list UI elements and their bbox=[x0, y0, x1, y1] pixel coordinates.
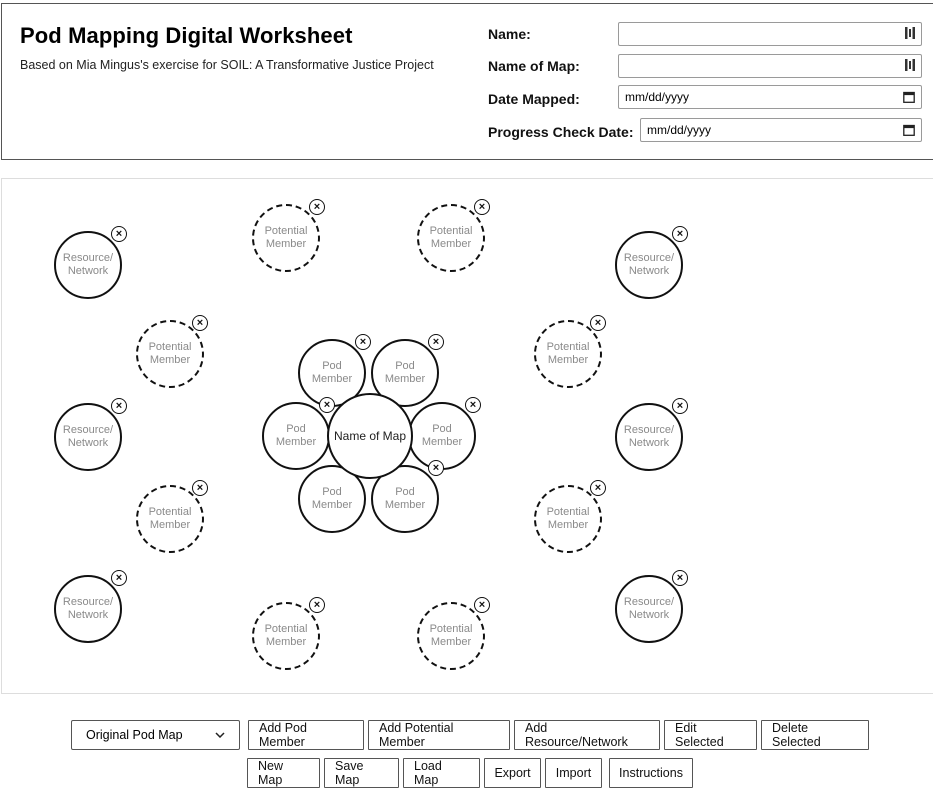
resource-node[interactable]: Resource/Network bbox=[615, 575, 683, 643]
map-name-field[interactable] bbox=[618, 54, 922, 78]
date-mapped-label: Date Mapped: bbox=[488, 91, 580, 107]
resource-node[interactable]: Resource/Network bbox=[54, 575, 122, 643]
close-icon[interactable]: × bbox=[428, 460, 444, 476]
close-icon[interactable]: × bbox=[672, 570, 688, 586]
close-icon[interactable]: × bbox=[474, 199, 490, 215]
password-manager-icon[interactable] bbox=[904, 26, 916, 40]
potential-member-node[interactable]: Potential Member bbox=[252, 204, 320, 272]
map-name-label: Name of Map: bbox=[488, 58, 580, 74]
progress-check-label: Progress Check Date: bbox=[488, 124, 634, 140]
delete-selected-button[interactable]: Delete Selected bbox=[761, 720, 869, 750]
potential-member-node[interactable]: Potential Member bbox=[417, 204, 485, 272]
resource-node[interactable]: Resource/Network bbox=[54, 231, 122, 299]
potential-member-node[interactable]: Potential Member bbox=[534, 320, 602, 388]
map-version-select-value: Original Pod Map bbox=[86, 728, 183, 742]
close-icon[interactable]: × bbox=[319, 397, 335, 413]
progress-check-value: mm/dd/yyyy bbox=[647, 123, 712, 137]
name-field-wrap bbox=[618, 22, 922, 46]
close-icon[interactable]: × bbox=[192, 315, 208, 331]
close-icon[interactable]: × bbox=[309, 199, 325, 215]
map-center-node[interactable]: Name of Map bbox=[327, 393, 413, 479]
close-icon[interactable]: × bbox=[428, 334, 444, 350]
close-icon[interactable]: × bbox=[111, 226, 127, 242]
calendar-icon[interactable] bbox=[903, 91, 915, 103]
map-version-select[interactable]: Original Pod Map bbox=[71, 720, 240, 750]
date-mapped-field[interactable]: mm/dd/yyyy bbox=[618, 85, 922, 109]
pod-member-node[interactable]: Pod Member bbox=[262, 402, 330, 470]
date-mapped-value: mm/dd/yyyy bbox=[625, 90, 690, 104]
password-manager-icon[interactable] bbox=[904, 58, 916, 72]
name-label: Name: bbox=[488, 26, 531, 42]
map-name-field-wrap bbox=[618, 54, 922, 78]
instructions-button[interactable]: Instructions bbox=[609, 758, 693, 788]
resource-node[interactable]: Resource/Network bbox=[615, 403, 683, 471]
close-icon[interactable]: × bbox=[192, 480, 208, 496]
add-potential-member-button[interactable]: Add Potential Member bbox=[368, 720, 510, 750]
load-map-button[interactable]: Load Map bbox=[403, 758, 480, 788]
close-icon[interactable]: × bbox=[672, 398, 688, 414]
pod-map-canvas[interactable]: Resource/Network × Resource/Network × Re… bbox=[1, 178, 933, 694]
worksheet-header: Pod Mapping Digital Worksheet Based on M… bbox=[1, 3, 933, 160]
close-icon[interactable]: × bbox=[465, 397, 481, 413]
new-map-button[interactable]: New Map bbox=[247, 758, 320, 788]
potential-member-node[interactable]: Potential Member bbox=[136, 320, 204, 388]
name-field[interactable] bbox=[618, 22, 922, 46]
close-icon[interactable]: × bbox=[111, 398, 127, 414]
close-icon[interactable]: × bbox=[309, 597, 325, 613]
close-icon[interactable]: × bbox=[590, 315, 606, 331]
chevron-down-icon bbox=[215, 732, 225, 738]
export-button[interactable]: Export bbox=[484, 758, 541, 788]
calendar-icon[interactable] bbox=[903, 124, 915, 136]
progress-check-field[interactable]: mm/dd/yyyy bbox=[640, 118, 922, 142]
potential-member-node[interactable]: Potential Member bbox=[417, 602, 485, 670]
potential-member-node[interactable]: Potential Member bbox=[252, 602, 320, 670]
resource-node[interactable]: Resource/Network bbox=[615, 231, 683, 299]
page-title: Pod Mapping Digital Worksheet bbox=[20, 23, 353, 48]
add-pod-member-button[interactable]: Add Pod Member bbox=[248, 720, 364, 750]
save-map-button[interactable]: Save Map bbox=[324, 758, 399, 788]
close-icon[interactable]: × bbox=[672, 226, 688, 242]
close-icon[interactable]: × bbox=[355, 334, 371, 350]
close-icon[interactable]: × bbox=[111, 570, 127, 586]
edit-selected-button[interactable]: Edit Selected bbox=[664, 720, 757, 750]
potential-member-node[interactable]: Potential Member bbox=[136, 485, 204, 553]
pod-member-node[interactable]: Pod Member bbox=[408, 402, 476, 470]
close-icon[interactable]: × bbox=[590, 480, 606, 496]
potential-member-node[interactable]: Potential Member bbox=[534, 485, 602, 553]
close-icon[interactable]: × bbox=[474, 597, 490, 613]
page-subtitle: Based on Mia Mingus's exercise for SOIL:… bbox=[20, 58, 434, 72]
add-resource-network-button[interactable]: Add Resource/Network bbox=[514, 720, 660, 750]
import-button[interactable]: Import bbox=[545, 758, 602, 788]
resource-node[interactable]: Resource/Network bbox=[54, 403, 122, 471]
